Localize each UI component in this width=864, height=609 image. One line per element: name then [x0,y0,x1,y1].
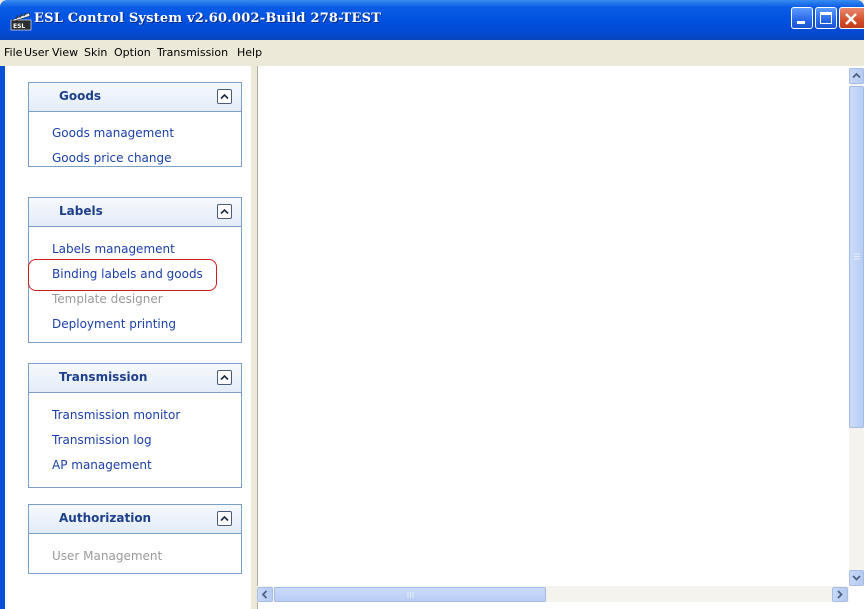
transmission-panel-header[interactable]: Transmission [29,364,241,393]
link-goods-price-change[interactable]: Goods price change [52,151,172,165]
scroll-down-button[interactable] [849,570,864,586]
menu-view[interactable]: View [52,46,78,59]
grip-icon [854,253,860,260]
sidebar: Goods Goods management Goods price chang… [5,66,251,609]
menu-option[interactable]: Option [114,46,151,59]
maximize-icon [820,12,832,24]
panel-title: Transmission [59,370,148,384]
menu-skin[interactable]: Skin [84,46,107,59]
minimize-icon [797,21,805,24]
arrow-down-icon [852,575,861,581]
labels-panel-header[interactable]: Labels [29,198,241,227]
highlight-annotation [28,259,217,291]
link-labels-management[interactable]: Labels management [52,242,175,256]
window-title: ESL Control System v2.60.002-Build 278-T… [34,11,382,26]
collapse-button[interactable] [217,204,232,219]
panel-title: Labels [59,204,103,218]
collapse-button[interactable] [217,89,232,104]
link-transmission-log[interactable]: Transmission log [52,433,152,447]
panel-title: Authorization [59,511,152,525]
arrow-right-icon [837,590,843,599]
link-template-designer: Template designer [52,292,163,306]
link-deployment-printing[interactable]: Deployment printing [52,317,176,331]
esl-app-icon[interactable]: ESL [10,11,32,31]
scroll-right-button[interactable] [832,587,848,602]
maximize-button[interactable] [815,7,837,29]
link-transmission-monitor[interactable]: Transmission monitor [52,408,180,422]
authorization-panel-header[interactable]: Authorization [29,505,241,534]
horizontal-scroll-thumb[interactable] [274,587,546,602]
grip-icon [407,592,414,598]
menu-file[interactable]: File [4,46,22,59]
collapse-button[interactable] [217,511,232,526]
main-content-area[interactable] [257,66,864,609]
menu-user[interactable]: User [24,46,49,59]
link-goods-management[interactable]: Goods management [52,126,174,140]
menu-bar: File User View Skin Option Transmission … [0,40,864,67]
chevron-up-icon [220,515,229,522]
svg-text:ESL: ESL [13,23,25,30]
chevron-up-icon [220,208,229,215]
goods-panel-header[interactable]: Goods [29,83,241,112]
scroll-left-button[interactable] [257,587,273,602]
authorization-panel: Authorization [28,504,242,574]
link-user-management: User Management [52,549,163,563]
panel-title: Goods [59,89,102,103]
close-button[interactable] [839,7,864,29]
link-ap-management[interactable]: AP management [52,458,152,472]
collapse-button[interactable] [217,370,232,385]
minimize-button[interactable] [791,7,813,29]
vertical-scroll-thumb[interactable] [849,86,864,428]
arrow-left-icon [261,590,268,599]
menu-transmission[interactable]: Transmission [157,46,228,59]
menu-help[interactable]: Help [237,46,262,59]
title-bar[interactable]: ESL ESL Control System v2.60.002-Build 2… [0,0,864,40]
chevron-up-icon [220,374,229,381]
chevron-up-icon [220,93,229,100]
arrow-up-icon [852,72,861,79]
close-icon [844,11,858,30]
scroll-up-button[interactable] [849,68,864,84]
